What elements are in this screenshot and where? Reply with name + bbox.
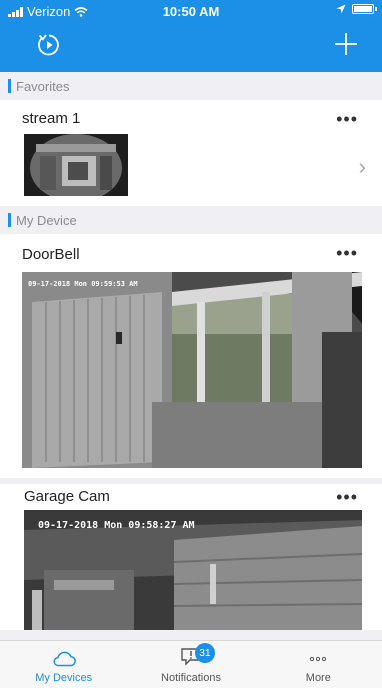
device-card-doorbell[interactable]: DoorBell ••• 09-17-2018 Mon 09:59:53 AM bbox=[0, 234, 382, 478]
more-options-button[interactable]: ••• bbox=[336, 488, 358, 506]
tab-more[interactable]: More bbox=[255, 641, 382, 688]
add-device-button[interactable] bbox=[332, 30, 360, 58]
device-name: Garage Cam bbox=[24, 488, 110, 505]
tab-label: More bbox=[305, 672, 331, 684]
tab-label: Notifications bbox=[161, 672, 221, 684]
chevron-right-icon[interactable]: › bbox=[359, 154, 366, 180]
camera-timestamp: 09-17-2018 Mon 09:59:53 AM bbox=[28, 280, 138, 288]
location-arrow-icon bbox=[336, 4, 346, 14]
stream-thumbnail[interactable] bbox=[24, 134, 128, 196]
section-title: Favorites bbox=[16, 78, 70, 94]
section-header-my-device: My Device bbox=[0, 206, 382, 234]
top-bar: Verizon 10:50 AM bbox=[0, 0, 382, 72]
device-list: Favorites stream 1 ••• › My Device DoorB… bbox=[0, 72, 382, 640]
battery-icon bbox=[352, 4, 377, 14]
status-right bbox=[336, 4, 377, 14]
more-options-button[interactable]: ••• bbox=[336, 110, 358, 128]
section-title: My Device bbox=[16, 212, 77, 228]
favorite-item-stream-1[interactable]: stream 1 ••• › bbox=[0, 100, 382, 206]
section-marker bbox=[8, 213, 11, 227]
camera-snapshot[interactable]: 09-17-2018 Mon 09:59:53 AM bbox=[22, 272, 362, 468]
section-header-favorites: Favorites bbox=[0, 72, 382, 100]
more-dots-icon bbox=[310, 656, 327, 662]
camera-timestamp: 09-17-2018 Mon 09:58:27 AM bbox=[38, 520, 195, 531]
tab-my-devices[interactable]: My Devices bbox=[0, 641, 127, 688]
device-card-garage-cam[interactable]: Garage Cam ••• 09-17-2018 Mon 09:58:27 A… bbox=[0, 484, 382, 630]
device-name: DoorBell bbox=[22, 246, 80, 263]
refresh-icon[interactable] bbox=[36, 32, 62, 58]
tab-notifications[interactable]: 31 Notifications bbox=[127, 641, 254, 688]
notification-badge: 31 bbox=[194, 643, 215, 663]
status-bar: Verizon 10:50 AM bbox=[0, 0, 382, 22]
doorbell-preview-image bbox=[22, 272, 362, 468]
cloud-icon bbox=[53, 651, 76, 667]
camera-snapshot[interactable]: 09-17-2018 Mon 09:58:27 AM bbox=[24, 510, 362, 630]
status-time: 10:50 AM bbox=[162, 4, 220, 19]
device-name: stream 1 bbox=[22, 110, 81, 127]
more-options-button[interactable]: ••• bbox=[336, 244, 358, 262]
section-marker bbox=[8, 79, 11, 93]
tab-bar: My Devices 31 Notifications More bbox=[0, 640, 382, 688]
stream-preview-image bbox=[24, 134, 128, 196]
tab-label: My Devices bbox=[35, 672, 93, 684]
